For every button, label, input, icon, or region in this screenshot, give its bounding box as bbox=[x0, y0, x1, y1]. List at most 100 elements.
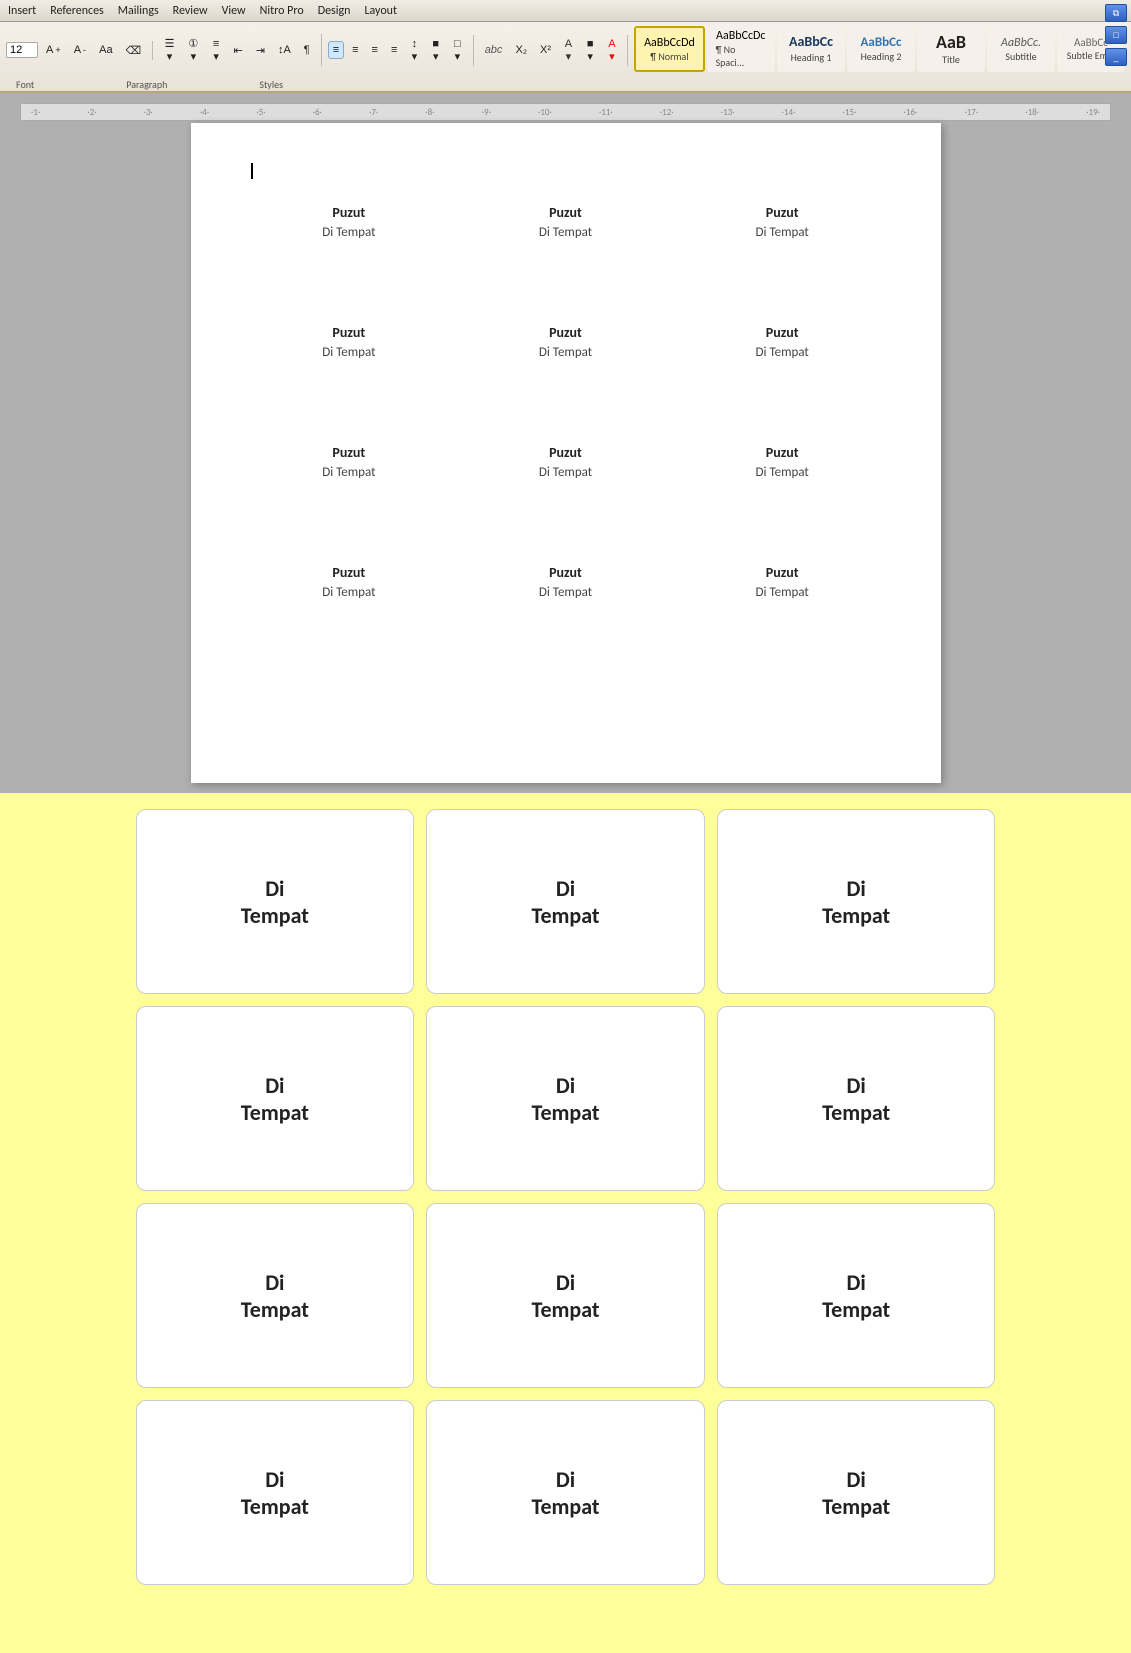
align-right-btn[interactable]: ≡ bbox=[367, 41, 383, 59]
style-normal[interactable]: AaBbCcDd ¶ Normal bbox=[634, 26, 704, 72]
menu-layout[interactable]: Layout bbox=[364, 4, 397, 18]
ruler-marks: ·1··2··3· ·4··5··6· ·7··8··9· ·10··11··1… bbox=[31, 107, 1100, 118]
font-size-group: A+ A- Aa ⌫ bbox=[6, 41, 153, 60]
menu-view[interactable]: View bbox=[222, 4, 246, 18]
text-effects-btn[interactable]: A ▾ bbox=[559, 35, 578, 66]
document-content-grid: Puzut Di Tempat Puzut Di Tempat Puzut Di Temp… bbox=[251, 194, 881, 644]
style-h1-label: Heading 1 bbox=[791, 51, 832, 64]
document-page[interactable]: Puzut Di Tempat Puzut Di Tempat Puzut Di Temp… bbox=[191, 123, 941, 783]
font-color-btn[interactable]: A ▾ bbox=[603, 35, 622, 66]
doc-cell-sub-4: Di Tempat bbox=[539, 345, 592, 360]
menu-mailings[interactable]: Mailings bbox=[118, 4, 159, 18]
alignment-group: ≡ ≡ ≡ ≡ ↕ ▾ ■ ▾ □ ▾ bbox=[328, 35, 474, 66]
grow-font-btn[interactable]: A+ bbox=[41, 41, 66, 59]
clear-format-btn[interactable]: ⌫ bbox=[121, 41, 147, 60]
doc-cell-title-2: Puzut bbox=[766, 204, 799, 221]
style-title[interactable]: AaB Title bbox=[917, 26, 985, 72]
subscript-btn[interactable]: X₂ bbox=[510, 41, 532, 59]
doc-cell-3: PuzutDi Tempat bbox=[251, 314, 448, 404]
change-case-btn[interactable]: Aa bbox=[94, 41, 117, 59]
ruler: ·1··2··3· ·4··5··6· ·7··8··9· ·10··11··1… bbox=[20, 103, 1111, 121]
style-h1[interactable]: AaBbCc Heading 1 bbox=[777, 26, 845, 72]
menu-nitro[interactable]: Nitro Pro bbox=[260, 4, 304, 18]
doc-cell-title-1: Puzut bbox=[549, 204, 582, 221]
numbering-btn[interactable]: ① ▾ bbox=[183, 34, 204, 66]
pilcrow-btn[interactable]: ¶ bbox=[299, 41, 315, 59]
document-area: ·1··2··3· ·4··5··6· ·7··8··9· ·10··11··1… bbox=[0, 93, 1131, 793]
text-cursor bbox=[251, 163, 253, 179]
restore-down-btn[interactable]: ⧉ bbox=[1105, 4, 1127, 22]
align-left-btn[interactable]: ≡ bbox=[328, 41, 344, 59]
label-cell-4: DiTempat bbox=[426, 1006, 705, 1191]
doc-cell-11: Puzut Di Tempat bbox=[684, 554, 881, 644]
doc-cell-sub-6: Di Tempat bbox=[322, 465, 375, 480]
label-cell-5: DiTempat bbox=[717, 1006, 996, 1191]
label-grid: DiTempatDiTempatDiTempatDiTempatDiTempat… bbox=[136, 809, 996, 1585]
decrease-indent-btn[interactable]: ⇤ bbox=[229, 41, 248, 60]
doc-cell-sub-9: Di Tempat bbox=[322, 585, 375, 600]
style-nospacing[interactable]: AaBbCcDc ¶ No Spaci... bbox=[707, 26, 775, 72]
doc-cell-10: Puzut Di Tempat bbox=[467, 554, 664, 644]
label-cell-6: DiTempat bbox=[136, 1203, 415, 1388]
doc-cell-sub-11: Di Tempat bbox=[756, 585, 809, 600]
style-h2[interactable]: AaBbCc Heading 2 bbox=[847, 26, 915, 72]
style-subtitle[interactable]: AaBbCc. Subtitle bbox=[987, 26, 1055, 72]
style-h2-label: Heading 2 bbox=[861, 50, 902, 63]
shrink-font-btn[interactable]: A- bbox=[69, 41, 91, 59]
style-nospacing-label: ¶ No Spaci... bbox=[716, 43, 766, 69]
menu-insert[interactable]: Insert bbox=[8, 4, 36, 18]
styles-section: AaBbCcDd ¶ Normal AaBbCcDc ¶ No Spaci...… bbox=[634, 26, 1125, 74]
styles-label: Styles bbox=[253, 78, 289, 91]
font-size-input[interactable] bbox=[6, 42, 38, 58]
doc-cell-9: Puzut Di Tempat bbox=[251, 554, 448, 644]
style-normal-preview: AaBbCcDd bbox=[644, 36, 695, 50]
borders-btn[interactable]: □ ▾ bbox=[448, 35, 467, 66]
doc-cell-sub-2: Di Tempat bbox=[756, 225, 809, 240]
line-spacing-btn[interactable]: ↕ ▾ bbox=[405, 35, 423, 66]
doc-cell-4: Puzut Di Tempat bbox=[467, 314, 664, 404]
doc-cell-title-7: Puzut bbox=[549, 444, 582, 461]
label-cell-8: DiTempat bbox=[717, 1203, 996, 1388]
label-cell-7: DiTempat bbox=[426, 1203, 705, 1388]
doc-cell-title-11: Puzut bbox=[766, 564, 799, 581]
style-title-preview: AaB bbox=[936, 32, 966, 54]
doc-cell-title-0: Puzut bbox=[332, 204, 365, 221]
doc-cell-sub-1: Di Tempat bbox=[539, 225, 592, 240]
style-h1-preview: AaBbCc bbox=[789, 34, 833, 51]
shading-btn[interactable]: ■ ▾ bbox=[426, 35, 445, 66]
doc-cell-title-3: Puzut bbox=[332, 324, 365, 341]
list-group: ☰ ▾ ① ▾ ≡ ▾ ⇤ ⇥ ↕A ¶ bbox=[159, 34, 322, 66]
menu-review[interactable]: Review bbox=[173, 4, 208, 18]
label-cell-1: DiTempat bbox=[426, 809, 705, 994]
menu-design[interactable]: Design bbox=[318, 4, 351, 18]
doc-cell-title-4: Puzut bbox=[549, 324, 582, 341]
doc-cell-sub-0: Di Tempat bbox=[322, 225, 375, 240]
ribbon-row1: A+ A- Aa ⌫ ☰ ▾ ① ▾ ≡ ▾ ⇤ ⇥ ↕A ¶ ≡ ≡ ≡ ≡ … bbox=[6, 26, 1125, 78]
ribbon-labels: Font Paragraph Styles bbox=[6, 78, 1125, 91]
menu-references[interactable]: References bbox=[50, 4, 104, 18]
doc-cell-title-9: Puzut bbox=[332, 564, 365, 581]
doc-cell-title-8: Puzut bbox=[766, 444, 799, 461]
superscript-btn[interactable]: X² bbox=[535, 41, 556, 59]
doc-cell-title-10: Puzut bbox=[549, 564, 582, 581]
doc-cell-8: PuzutDi Tempat bbox=[684, 434, 881, 524]
doc-cell-sub-10: Di Tempat bbox=[539, 585, 592, 600]
increase-indent-btn[interactable]: ⇥ bbox=[251, 41, 270, 60]
paragraph-label: Paragraph bbox=[120, 78, 173, 91]
menu-bar: Insert References Mailings Review View N… bbox=[0, 0, 1131, 22]
minimize-btn[interactable]: _ bbox=[1105, 48, 1127, 66]
doc-cell-title-6: Puzut bbox=[332, 444, 365, 461]
highlight-btn[interactable]: ■ ▾ bbox=[581, 35, 600, 66]
doc-cell-1: Puzut Di Tempat bbox=[467, 194, 664, 284]
sort-btn[interactable]: ↕A bbox=[273, 41, 296, 59]
doc-cell-0: Puzut Di Tempat bbox=[251, 194, 448, 284]
doc-cell-title-5: Puzut bbox=[766, 324, 799, 341]
label-cell-9: DiTempat bbox=[136, 1400, 415, 1585]
maximize-btn[interactable]: □ bbox=[1105, 26, 1127, 44]
multilevel-btn[interactable]: ≡ ▾ bbox=[207, 35, 226, 66]
bullets-btn[interactable]: ☰ ▾ bbox=[159, 34, 180, 66]
align-center-btn[interactable]: ≡ bbox=[347, 41, 363, 59]
strikethrough-btn[interactable]: abc bbox=[480, 41, 508, 59]
justify-btn[interactable]: ≡ bbox=[386, 41, 402, 59]
style-nospacing-preview: AaBbCcDc bbox=[716, 29, 765, 43]
